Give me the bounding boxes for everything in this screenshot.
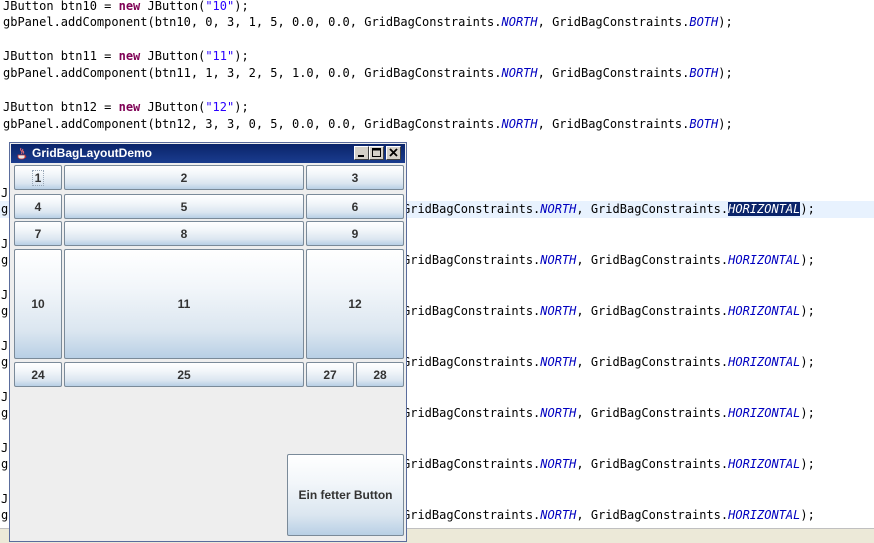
code-line: JButton btn10 = new JButton("10");	[3, 0, 249, 13]
code-fragment: J	[1, 339, 9, 353]
button-1[interactable]: 1	[14, 165, 62, 190]
minimize-button[interactable]	[354, 146, 369, 160]
gridbag-panel: 1 2 3 4 5 6 7 8 9 10 11 12 24 25 27 28 E…	[11, 163, 405, 541]
button-7[interactable]: 7	[14, 221, 62, 246]
code-line: GridBagConstraints.NORTH, GridBagConstra…	[403, 406, 815, 420]
button-28[interactable]: 28	[356, 362, 404, 387]
button-8[interactable]: 8	[64, 221, 304, 246]
java-cup-icon	[15, 146, 29, 160]
code-line: JButton btn12 = new JButton("12");	[3, 100, 249, 114]
code-fragment: J	[1, 492, 9, 506]
fat-button[interactable]: Ein fetter Button	[287, 454, 404, 536]
code-fragment: g	[1, 304, 9, 318]
code-fragment: J	[1, 288, 9, 302]
button-9[interactable]: 9	[306, 221, 404, 246]
button-5[interactable]: 5	[64, 194, 304, 219]
code-fragment: g	[1, 406, 9, 420]
button-6[interactable]: 6	[306, 194, 404, 219]
code-fragment: J	[1, 186, 9, 200]
button-11[interactable]: 11	[64, 249, 304, 359]
code-line: JButton btn11 = new JButton("11");	[3, 49, 249, 63]
button-3[interactable]: 3	[306, 165, 404, 190]
close-button[interactable]	[386, 146, 401, 160]
button-4[interactable]: 4	[14, 194, 62, 219]
button-25[interactable]: 25	[64, 362, 304, 387]
code-line: gbPanel.addComponent(btn12, 3, 3, 0, 5, …	[3, 117, 733, 131]
button-27[interactable]: 27	[306, 362, 354, 387]
button-24[interactable]: 24	[14, 362, 62, 387]
code-line: GridBagConstraints.NORTH, GridBagConstra…	[403, 508, 815, 522]
code-line: GridBagConstraints.NORTH, GridBagConstra…	[403, 355, 815, 369]
code-fragment: J	[1, 441, 9, 455]
code-fragment: g	[1, 508, 9, 522]
window-titlebar[interactable]: GridBagLayoutDemo	[11, 144, 405, 163]
code-line: GridBagConstraints.NORTH, GridBagConstra…	[403, 457, 815, 471]
window-title: GridBagLayoutDemo	[32, 146, 153, 160]
code-line: GridBagConstraints.NORTH, GridBagConstra…	[403, 202, 815, 216]
maximize-button[interactable]	[369, 146, 384, 160]
code-fragment: J	[1, 390, 9, 404]
code-line: gbPanel.addComponent(btn11, 1, 3, 2, 5, …	[3, 66, 733, 80]
code-fragment: g	[1, 202, 9, 216]
code-line: gbPanel.addComponent(btn10, 0, 3, 1, 5, …	[3, 15, 733, 29]
code-fragment: J	[1, 237, 9, 251]
code-fragment: g	[1, 253, 9, 267]
code-fragment: g	[1, 355, 9, 369]
gridbag-window: GridBagLayoutDemo 1 2 3 4 5 6 7 8 9 10 1…	[9, 142, 407, 542]
button-12[interactable]: 12	[306, 249, 404, 359]
code-line: GridBagConstraints.NORTH, GridBagConstra…	[403, 253, 815, 267]
code-line: GridBagConstraints.NORTH, GridBagConstra…	[403, 304, 815, 318]
code-fragment: g	[1, 457, 9, 471]
button-2[interactable]: 2	[64, 165, 304, 190]
button-10[interactable]: 10	[14, 249, 62, 359]
